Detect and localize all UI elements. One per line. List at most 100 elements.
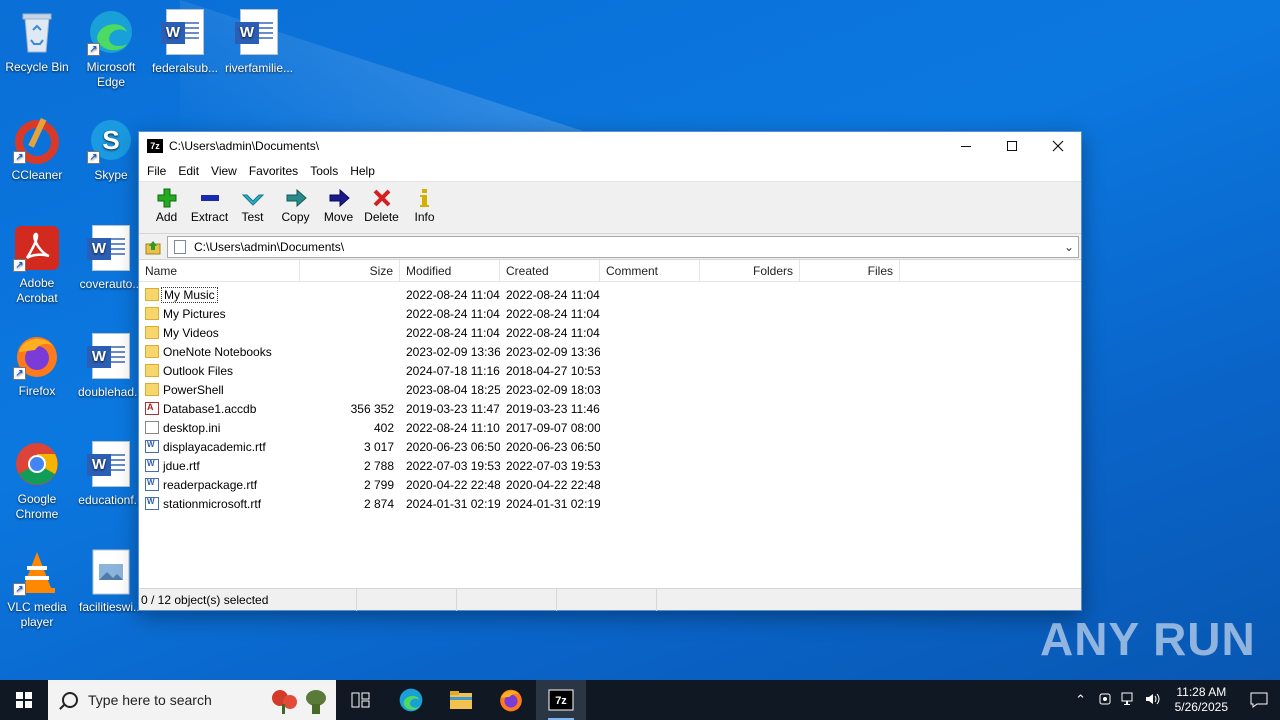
menu-help[interactable]: Help	[344, 164, 381, 178]
network-icon[interactable]	[1117, 692, 1141, 709]
chevron-up-icon[interactable]: ⌃	[1069, 692, 1093, 708]
status-text: 0 / 12 object(s) selected	[139, 588, 357, 611]
taskbar-edge-button[interactable]	[386, 680, 436, 720]
file-row[interactable]: Database1.accdb 356 352 2019-03-23 11:47 20…	[139, 399, 1081, 418]
maximize-button[interactable]	[989, 132, 1035, 160]
ccleaner-icon: ↗	[13, 116, 61, 164]
desktop-icon-firefox[interactable]: ↗ Firefox	[0, 332, 74, 399]
test-button[interactable]: Test	[231, 186, 274, 224]
menu-edit[interactable]: Edit	[172, 164, 205, 178]
file-row[interactable]: OneNote Notebooks 2023-02-09 13:36 2023-02…	[139, 342, 1081, 361]
move-button[interactable]: Move	[317, 186, 360, 224]
folder-up-button[interactable]	[139, 236, 167, 258]
close-button[interactable]	[1035, 132, 1081, 160]
file-name-cell: OneNote Notebooks	[139, 345, 300, 359]
file-size: 2 788	[363, 458, 394, 473]
desktop-icon-skype[interactable]: S ↗ Skype	[74, 116, 148, 183]
taskbar-7zip-button[interactable]: 7z	[536, 680, 586, 720]
column-header-folders[interactable]: Folders	[700, 259, 800, 282]
desktop-icon-recycle-bin[interactable]: Recycle Bin	[0, 8, 74, 75]
clock-time: 11:28 AM	[1176, 685, 1227, 699]
file-row[interactable]: readerpackage.rtf 2 799 2020-04-22 22:48 20…	[139, 475, 1081, 494]
file-name: Database1.accdb	[163, 401, 257, 416]
file-created: 2023-02-09 18:03	[506, 382, 600, 397]
file-name-cell: desktop.ini	[139, 421, 300, 435]
file-modified: 2020-04-22 22:48	[406, 477, 500, 492]
desktop-icon-educationf[interactable]: W educationf...	[74, 440, 148, 508]
desktop-icon-coverauto[interactable]: W coverauto...	[74, 224, 148, 292]
desktop-icon-label: Recycle Bin	[5, 60, 69, 74]
title-bar[interactable]: 7z C:\Users\admin\Documents\	[139, 132, 1081, 160]
file-row[interactable]: My Pictures 2022-08-24 11:04 2022-08-24 11…	[139, 304, 1081, 323]
taskbar-firefox-button[interactable]	[486, 680, 536, 720]
file-rows: My Music 2022-08-24 11:04 2022-08-24 11:04…	[139, 282, 1081, 513]
file-row[interactable]: desktop.ini 402 2022-08-24 11:10 2017-09-07…	[139, 418, 1081, 437]
desktop-icon-label: riverfamilie...	[224, 61, 293, 75]
address-field[interactable]: C:\Users\admin\Documents\ ⌄	[167, 235, 1079, 258]
file-row[interactable]: My Music 2022-08-24 11:04 2022-08-24 11:04	[139, 285, 1081, 304]
file-row[interactable]: PowerShell 2023-08-04 18:25 2023-02-09 18:…	[139, 380, 1081, 399]
column-header-size[interactable]: Size	[300, 259, 400, 282]
rtf-file-icon	[145, 440, 159, 453]
minimize-button[interactable]	[943, 132, 989, 160]
column-header-name[interactable]: Name	[139, 259, 300, 282]
desktop-icon-riverfamilie[interactable]: W riverfamilie...	[222, 8, 296, 76]
test-icon	[231, 186, 274, 210]
chevron-down-icon[interactable]: ⌄	[1060, 240, 1078, 254]
delete-button[interactable]: Delete	[360, 186, 403, 224]
column-header-comment[interactable]: Comment	[600, 259, 700, 282]
file-modified: 2022-08-24 11:04	[406, 306, 500, 321]
menu-file[interactable]: File	[141, 164, 172, 178]
menu-tools[interactable]: Tools	[304, 164, 344, 178]
desktop-icon-ccleaner[interactable]: ↗ CCleaner	[0, 116, 74, 183]
column-header-created[interactable]: Created	[500, 259, 600, 282]
desktop-icon-federalsub[interactable]: W federalsub...	[148, 8, 222, 76]
word-doc-icon: W	[87, 441, 135, 489]
7zip-file-manager-window[interactable]: 7z C:\Users\admin\Documents\ File Edit V…	[138, 131, 1082, 611]
file-size: 356 352	[350, 401, 394, 416]
file-row[interactable]: stationmicrosoft.rtf 2 874 2024-01-31 02:1…	[139, 494, 1081, 513]
notification-center-button[interactable]	[1238, 680, 1280, 720]
desktop-icon-vlc[interactable]: ↗ VLC media player	[0, 548, 74, 630]
image-file-icon	[87, 548, 135, 596]
copy-icon	[274, 186, 317, 210]
start-button[interactable]	[0, 680, 48, 720]
desktop-icon-label: Skype	[94, 168, 128, 182]
file-name-cell: displayacademic.rtf	[139, 440, 300, 454]
file-created: 2019-03-23 11:46	[506, 401, 600, 416]
volume-icon[interactable]	[1141, 692, 1165, 709]
desktop-icon-label: CCleaner	[11, 168, 63, 182]
taskbar-file-explorer-button[interactable]	[436, 680, 486, 720]
column-header-files[interactable]: Files	[800, 259, 900, 282]
menu-view[interactable]: View	[205, 164, 243, 178]
copy-label: Copy	[281, 210, 310, 224]
column-header-modified[interactable]: Modified	[400, 259, 500, 282]
file-modified: 2019-03-23 11:47	[406, 401, 500, 416]
file-created: 2022-08-24 11:04	[506, 287, 600, 302]
file-size: 3 017	[363, 439, 394, 454]
file-row[interactable]: displayacademic.rtf 3 017 2020-06-23 06:50…	[139, 437, 1081, 456]
desktop-icon-acrobat[interactable]: ↗ Adobe Acrobat	[0, 224, 74, 306]
info-button[interactable]: Info	[403, 186, 446, 224]
file-row[interactable]: Outlook Files 2024-07-18 11:16 2018-04-27 …	[139, 361, 1081, 380]
file-row[interactable]: jdue.rtf 2 788 2022-07-03 19:53 2022-07-03 …	[139, 456, 1081, 475]
address-text: C:\Users\admin\Documents\	[194, 239, 345, 254]
desktop-icon-facilitieswi[interactable]: facilitieswi...	[74, 548, 148, 615]
file-created: 2024-01-31 02:19	[506, 496, 600, 511]
task-view-button[interactable]	[336, 680, 386, 720]
add-button[interactable]: Add	[145, 186, 188, 224]
file-name: jdue.rtf	[163, 458, 200, 473]
desktop-icon-doublehad[interactable]: W doublehad...	[74, 332, 148, 400]
extract-button[interactable]: Extract	[188, 186, 231, 224]
file-modified: 2022-07-03 19:53	[406, 458, 500, 473]
file-size: 402	[373, 420, 394, 435]
copy-button[interactable]: Copy	[274, 186, 317, 224]
file-row[interactable]: My Videos 2022-08-24 11:04 2022-08-24 11:0…	[139, 323, 1081, 342]
desktop-icon-edge[interactable]: ↗ Microsoft Edge	[74, 8, 148, 90]
taskbar-clock[interactable]: 11:28 AM 5/26/2025	[1165, 685, 1238, 715]
menu-favorites[interactable]: Favorites	[243, 164, 304, 178]
security-icon[interactable]	[1093, 692, 1117, 709]
taskbar-search-box[interactable]: Type here to search	[48, 680, 336, 720]
file-list[interactable]: Name Size Modified Created Comment Folde…	[139, 259, 1081, 588]
desktop-icon-chrome[interactable]: Google Chrome	[0, 440, 74, 522]
